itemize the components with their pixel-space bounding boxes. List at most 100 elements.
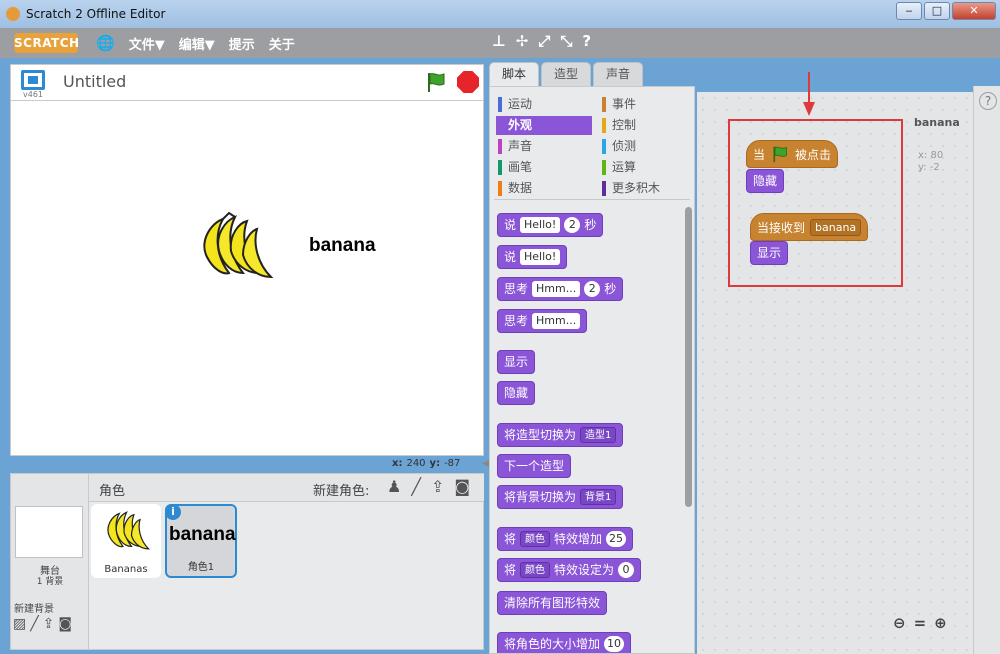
- delete-scissors-icon[interactable]: ✢: [516, 32, 529, 50]
- effect-dropdown[interactable]: 颜色: [520, 562, 551, 578]
- say-for-secs-block[interactable]: 说 Hello! 2 秒: [497, 213, 604, 237]
- hide-block[interactable]: 隐藏: [497, 381, 536, 405]
- stage-canvas[interactable]: banana: [10, 100, 484, 456]
- y-label: y:: [429, 458, 441, 469]
- upload-backdrop-icon[interactable]: ⇪: [43, 616, 55, 632]
- grow-icon[interactable]: ⤢: [538, 32, 550, 50]
- set-effect-block[interactable]: 将 颜色 特效设定为 0: [497, 558, 642, 582]
- minimize-button[interactable]: ‒: [896, 2, 922, 20]
- category-motion[interactable]: 运动: [496, 95, 592, 114]
- camera-sprite-icon[interactable]: ◙: [454, 477, 470, 496]
- category-control[interactable]: 控制: [600, 116, 694, 135]
- bananas-thumbnail-image: [107, 511, 151, 550]
- when-flag-clicked-hat[interactable]: 当 被点击: [746, 140, 839, 168]
- banana-text-sprite[interactable]: banana: [309, 235, 376, 257]
- block-number-input[interactable]: 2: [584, 281, 601, 297]
- zoom-reset-icon[interactable]: =: [914, 614, 927, 632]
- tab-scripts[interactable]: 脚本: [489, 62, 540, 86]
- hide-block-script[interactable]: 隐藏: [746, 169, 785, 193]
- block-number-input[interactable]: 0: [618, 562, 635, 578]
- red-arrow-icon: [803, 72, 815, 116]
- sprite-library-icon[interactable]: ♟: [387, 477, 401, 496]
- block-text: 将: [504, 532, 517, 546]
- effect-dropdown[interactable]: 颜色: [520, 531, 551, 547]
- sprite-card-selected[interactable]: i banana 角色1: [165, 504, 237, 578]
- block-text: 思考: [504, 282, 529, 296]
- change-effect-block[interactable]: 将 颜色 特效增加 25: [497, 527, 634, 551]
- category-pen[interactable]: 画笔: [496, 158, 592, 177]
- backdrop-library-icon[interactable]: ▨: [13, 616, 26, 632]
- paint-sprite-icon[interactable]: ╱: [411, 477, 421, 496]
- info-icon[interactable]: i: [165, 504, 181, 520]
- sprite-name: Bananas: [104, 564, 148, 575]
- close-button[interactable]: ✕: [952, 2, 996, 20]
- category-more-blocks[interactable]: 更多积木: [600, 179, 694, 198]
- help-icon[interactable]: ?: [979, 92, 997, 110]
- paint-backdrop-icon[interactable]: ╱: [30, 616, 38, 632]
- block-number-input[interactable]: 10: [604, 636, 625, 652]
- menu-file[interactable]: 文件▼: [129, 34, 165, 53]
- zoom-in-icon[interactable]: ⊕: [934, 614, 947, 632]
- backdrop-count: 1 背景: [36, 577, 64, 587]
- message-dropdown[interactable]: banana: [810, 218, 862, 236]
- camera-backdrop-icon[interactable]: ◙: [58, 616, 72, 632]
- stop-sign-icon[interactable]: [457, 71, 479, 93]
- block-text: 被点击: [795, 147, 832, 162]
- menu-edit[interactable]: 编辑▼: [179, 34, 215, 53]
- category-operators[interactable]: 运算: [600, 158, 694, 177]
- think-for-secs-block[interactable]: 思考 Hmm... 2 秒: [497, 277, 624, 301]
- block-text: 当: [753, 147, 766, 162]
- category-sound[interactable]: 声音: [496, 137, 592, 156]
- category-looks[interactable]: 外观: [496, 116, 592, 135]
- clear-effects-block[interactable]: 清除所有图形特效: [497, 591, 608, 615]
- backdrop-dropdown[interactable]: 背景1: [580, 489, 617, 505]
- shrink-icon[interactable]: ⤡: [560, 32, 572, 50]
- help-strip: ?: [973, 86, 1000, 654]
- switch-costume-block[interactable]: 将造型切换为 造型1: [497, 423, 624, 447]
- new-sprite-label: 新建角色:: [313, 484, 370, 499]
- project-title-input[interactable]: Untitled: [63, 72, 126, 91]
- sprite-card-bananas[interactable]: Bananas: [91, 504, 161, 578]
- costume-dropdown[interactable]: 造型1: [580, 427, 617, 443]
- stage-column: 舞台 1 背景 新建背景 ▨ ╱ ⇪ ◙: [11, 474, 89, 649]
- block-text: 将背景切换为: [504, 490, 577, 504]
- block-number-input[interactable]: 2: [564, 217, 581, 233]
- zoom-out-icon[interactable]: ⊖: [893, 614, 906, 632]
- block-text-input[interactable]: Hmm...: [532, 313, 581, 329]
- block-text-input[interactable]: Hello!: [520, 249, 561, 265]
- upload-sprite-icon[interactable]: ⇪: [431, 477, 444, 496]
- maximize-button[interactable]: □: [924, 2, 950, 20]
- sprite-position: x: 80 y: -2: [918, 150, 943, 174]
- change-size-block[interactable]: 将角色的大小增加 10: [497, 632, 632, 653]
- sprite-header: 角色 新建角色: ♟ ╱ ⇪ ◙: [89, 474, 484, 502]
- think-block[interactable]: 思考 Hmm...: [497, 309, 588, 333]
- menu-about[interactable]: 关于: [269, 34, 295, 53]
- green-flag-icon[interactable]: [425, 71, 447, 93]
- tab-sounds[interactable]: 声音: [593, 62, 644, 86]
- next-costume-block[interactable]: 下一个造型: [497, 454, 572, 478]
- banana-sprite-image[interactable]: [193, 211, 275, 291]
- say-block[interactable]: 说 Hello!: [497, 245, 568, 269]
- block-text: 秒: [584, 218, 597, 232]
- menu-tips[interactable]: 提示: [229, 34, 255, 53]
- stage-thumbnail[interactable]: [15, 506, 83, 558]
- duplicate-stamp-icon[interactable]: ⊥: [492, 32, 506, 50]
- palette-scrollbar[interactable]: [685, 207, 692, 507]
- scratch-logo[interactable]: SCRATCH: [14, 33, 79, 53]
- show-block-script[interactable]: 显示: [750, 241, 789, 265]
- category-data[interactable]: 数据: [496, 179, 592, 198]
- block-text-input[interactable]: Hello!: [520, 217, 561, 233]
- language-globe-icon[interactable]: 🌐: [96, 34, 115, 52]
- block-help-icon[interactable]: ?: [582, 32, 591, 50]
- category-sensing[interactable]: 侦测: [600, 137, 694, 156]
- block-text-input[interactable]: Hmm...: [532, 281, 581, 297]
- category-events[interactable]: 事件: [600, 95, 694, 114]
- presentation-mode-icon[interactable]: [21, 70, 45, 90]
- window-controls: ‒ □ ✕: [896, 2, 996, 20]
- tab-costumes[interactable]: 造型: [541, 62, 592, 86]
- new-backdrop-tools: ▨ ╱ ⇪ ◙: [13, 616, 72, 632]
- switch-backdrop-block[interactable]: 将背景切换为 背景1: [497, 485, 624, 509]
- show-block[interactable]: 显示: [497, 350, 536, 374]
- block-number-input[interactable]: 25: [606, 531, 627, 547]
- when-i-receive-hat[interactable]: 当接收到 banana: [750, 213, 869, 241]
